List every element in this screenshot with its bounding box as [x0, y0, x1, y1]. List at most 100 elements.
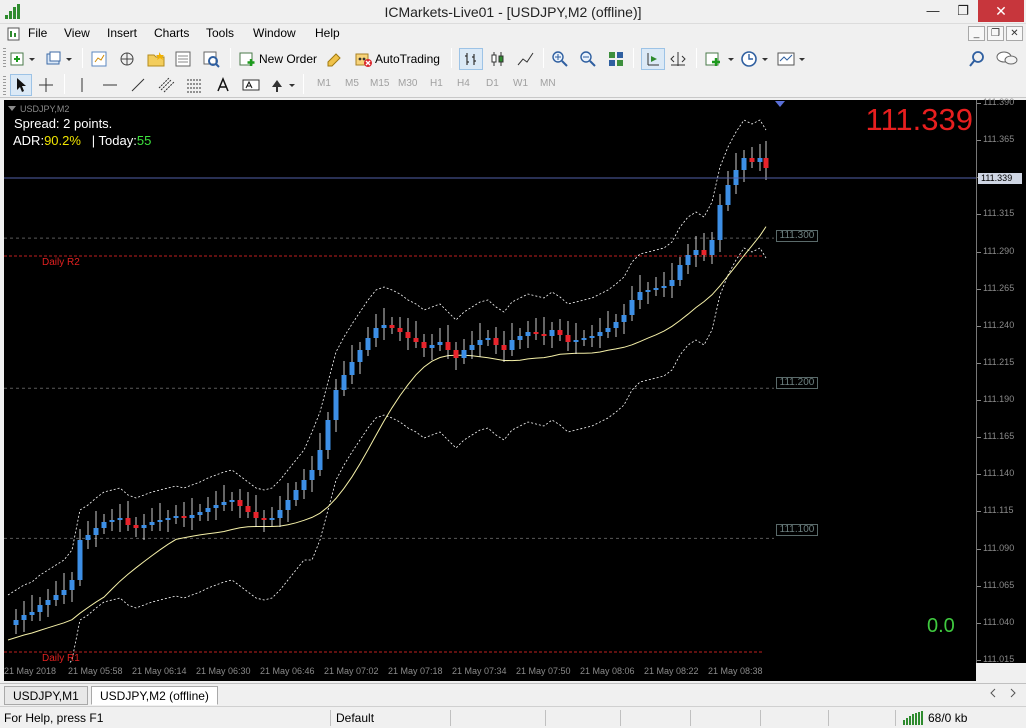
bar-chart-button[interactable]	[459, 48, 483, 70]
data-window-icon	[120, 52, 134, 66]
search-icon	[969, 51, 984, 67]
profiles-button[interactable]	[46, 48, 74, 70]
tf-m30[interactable]: M30	[398, 78, 417, 89]
strategy-tester-button[interactable]	[202, 48, 220, 70]
candle-body	[525, 332, 531, 336]
trendline-button[interactable]	[130, 74, 146, 96]
bar-chart-icon	[465, 53, 476, 65]
candlestick-chart-button[interactable]	[489, 48, 507, 70]
horizontal-line-button[interactable]	[102, 74, 118, 96]
toolbar-grip[interactable]	[3, 76, 6, 96]
arrows-button[interactable]	[270, 74, 298, 96]
equidistant-channel-button[interactable]	[158, 74, 176, 96]
text-tool-button[interactable]	[216, 74, 230, 96]
restore-button[interactable]: ❐	[948, 0, 978, 22]
candle-body	[605, 328, 611, 332]
zoom-in-button[interactable]	[551, 48, 569, 70]
menu-bar: File View Insert Charts Tools Window Hel…	[0, 24, 1026, 44]
candle-body	[285, 500, 291, 510]
menu-charts[interactable]: Charts	[154, 26, 189, 40]
vertical-line-button[interactable]	[74, 74, 90, 96]
candle-body	[589, 336, 595, 338]
candle-body	[413, 338, 419, 342]
tab-scroll-right-icon[interactable]	[1009, 688, 1017, 698]
new-order-button[interactable]: New Order	[238, 48, 317, 70]
candle-body	[189, 515, 195, 518]
toolbar-grip[interactable]	[3, 48, 6, 68]
chart-window[interactable]: USDJPY,M2 Spread: 2 points. ADR:90.2% | …	[4, 100, 976, 663]
menu-tools[interactable]: Tools	[206, 26, 234, 40]
menu-insert[interactable]: Insert	[107, 26, 137, 40]
tf-m15[interactable]: M15	[370, 78, 389, 89]
candle-body	[109, 520, 115, 522]
cursor-tool-button[interactable]	[10, 74, 32, 96]
candle-body	[117, 518, 123, 520]
indicators-button[interactable]	[704, 48, 736, 70]
templates-button[interactable]	[776, 48, 808, 70]
tab-usdjpy-m2-offline[interactable]: USDJPY,M2 (offline)	[91, 686, 218, 705]
time-label: 21 May 07:18	[388, 666, 443, 676]
text-label-button[interactable]	[242, 74, 260, 96]
menu-help[interactable]: Help	[315, 26, 340, 40]
price-axis[interactable]: 111.390 111.365 111.315 111.290 111.265 111.2…	[976, 97, 1026, 664]
level-label-111200: 111.200	[776, 377, 818, 389]
candle-body	[533, 332, 539, 334]
periods-button[interactable]	[740, 48, 772, 70]
collapse-triangle-icon[interactable]	[8, 106, 16, 112]
candle-body	[541, 334, 547, 336]
candle-body	[685, 255, 691, 265]
candle-body	[357, 350, 363, 362]
daily-r2-label: Daily R2	[42, 257, 80, 268]
tf-w1[interactable]: W1	[513, 78, 528, 89]
close-button[interactable]: ✕	[978, 0, 1024, 22]
candle-body	[389, 325, 395, 328]
price-label: 111.015	[983, 654, 1015, 664]
fibonacci-button[interactable]	[186, 74, 204, 96]
candle-body	[725, 185, 731, 205]
price-chart[interactable]	[4, 100, 976, 663]
autoscroll-icon	[670, 52, 686, 66]
minimize-button[interactable]: —	[918, 0, 948, 22]
terminal-button[interactable]	[174, 48, 192, 70]
tile-windows-icon	[609, 52, 623, 66]
tf-mn[interactable]: MN	[540, 78, 556, 89]
indicators-icon	[705, 52, 734, 66]
tf-m1[interactable]: M1	[317, 78, 331, 89]
tf-h4[interactable]: H4	[457, 78, 470, 89]
market-watch-button[interactable]	[90, 48, 108, 70]
tab-scroll-left-icon[interactable]	[989, 688, 997, 698]
data-window-button[interactable]	[118, 48, 136, 70]
chart-shift-button[interactable]	[641, 48, 665, 70]
tf-h1[interactable]: H1	[430, 78, 443, 89]
arrows-icon	[272, 80, 295, 92]
mdi-restore-button[interactable]: ❐	[987, 26, 1004, 41]
line-chart-button[interactable]	[517, 48, 535, 70]
candle-body	[477, 340, 483, 345]
search-button[interactable]	[968, 48, 986, 70]
chat-button[interactable]	[996, 48, 1018, 70]
menu-view[interactable]: View	[64, 26, 90, 40]
chart-shift-marker-icon[interactable]	[775, 101, 785, 107]
tf-m5[interactable]: M5	[345, 78, 359, 89]
connection-status-icon[interactable]	[902, 711, 924, 725]
candle-body	[493, 338, 499, 345]
menu-file[interactable]: File	[28, 26, 47, 40]
tile-windows-button[interactable]	[607, 48, 625, 70]
menu-window[interactable]: Window	[253, 26, 296, 40]
autotrading-button[interactable]: AutoTrading	[354, 48, 440, 70]
crosshair-tool-button[interactable]	[38, 74, 54, 96]
new-order-icon	[239, 52, 255, 66]
tf-d1[interactable]: D1	[486, 78, 499, 89]
candle-body	[61, 590, 67, 595]
mdi-minimize-button[interactable]: _	[968, 26, 985, 41]
new-chart-button[interactable]	[10, 48, 36, 70]
price-tick	[977, 362, 981, 364]
navigator-button[interactable]	[146, 48, 166, 70]
mdi-close-button[interactable]: ✕	[1006, 26, 1023, 41]
tab-usdjpy-m1[interactable]: USDJPY,M1	[4, 686, 88, 705]
candle-body	[501, 345, 507, 350]
autoscroll-button[interactable]	[669, 48, 687, 70]
candle-body	[221, 502, 227, 505]
metaeditor-button[interactable]	[326, 48, 344, 70]
zoom-out-button[interactable]	[579, 48, 597, 70]
